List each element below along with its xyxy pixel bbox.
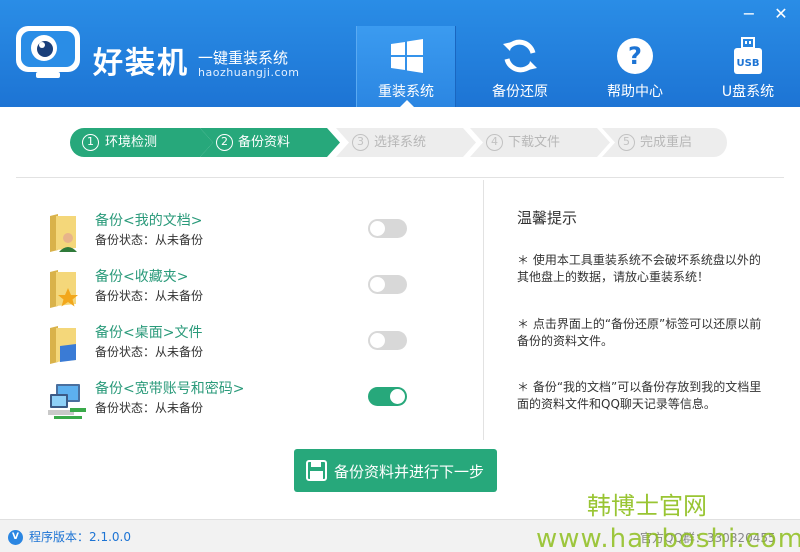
backup-item-title: 备份<我的文档> <box>95 213 203 229</box>
tip-item: ＊ 使用本工具重装系统不会破坏系统盘以外的其他盘上的数据，请放心重装系统！ <box>517 253 761 284</box>
nav-tab-backup-restore[interactable]: 备份还原 <box>470 26 570 107</box>
tips-title: 温馨提示 <box>517 209 578 227</box>
help-icon: ? <box>617 38 653 74</box>
step-number: 1 <box>82 134 99 151</box>
toggle-knob <box>370 333 385 348</box>
step-label: 环境检测 <box>105 135 158 150</box>
step-label: 备份资料 <box>238 135 291 150</box>
backup-item-status: 备份状态：从未备份 <box>95 289 204 303</box>
toggle-knob <box>370 221 385 236</box>
toggle-knob <box>390 389 405 404</box>
nav-label: 帮助中心 <box>607 84 663 100</box>
tip-item: ＊ 点击界面上的“备份还原”标签可以还原以前备份的资料文件。 <box>517 317 762 348</box>
backup-item-status: 备份状态：从未备份 <box>95 345 204 359</box>
step-number: 2 <box>216 134 233 151</box>
nav-label: 重装系统 <box>378 84 434 100</box>
step-label: 下载文件 <box>508 135 561 150</box>
desktop-folder-icon <box>50 326 76 364</box>
button-label: 备份资料并进行下一步 <box>334 463 485 481</box>
logo-monitor-icon <box>16 26 80 78</box>
watermark-title: 韩博士官网 <box>587 492 707 520</box>
usb-icon: USB <box>734 37 762 74</box>
backup-and-next-button[interactable]: 备份资料并进行下一步 <box>294 449 497 492</box>
version-text: 程序版本：2.1.0.0 <box>29 530 131 544</box>
backup-toggle[interactable] <box>368 331 407 350</box>
backup-toggle[interactable] <box>368 275 407 294</box>
brand-title: 好装机 <box>93 46 189 81</box>
sync-icon <box>503 39 537 73</box>
backup-item-favorites: 备份<收藏夹> 备份状态：从未备份 <box>46 266 416 312</box>
tip-item: ＊ 备份“我的文档”可以备份存放到我的文档里面的资料文件和QQ聊天记录等信息。 <box>517 380 762 411</box>
backup-item-my-documents: 备份<我的文档> 备份状态：从未备份 <box>46 210 416 256</box>
nav-label: U盘系统 <box>721 84 775 100</box>
my-documents-folder-icon <box>50 214 77 252</box>
brand-slogan: 一键重装系统 <box>198 49 289 67</box>
step-label: 完成重启 <box>640 135 693 150</box>
svg-text:?: ? <box>628 42 642 70</box>
backup-item-broadband-account: 备份<宽带账号和密码> 备份状态：从未备份 <box>46 378 416 424</box>
backup-item-status: 备份状态：从未备份 <box>95 401 204 415</box>
backup-item-title: 备份<桌面>文件 <box>95 325 203 341</box>
save-disk-icon <box>306 460 327 481</box>
watermark-url: www.hanboshi.com <box>536 524 800 552</box>
step-label: 选择系统 <box>374 135 427 150</box>
nav-tab-help[interactable]: ? 帮助中心 <box>585 26 685 107</box>
minimize-button[interactable]: − <box>738 4 760 24</box>
toggle-knob <box>370 277 385 292</box>
favorites-folder-icon <box>50 270 78 308</box>
network-computer-icon <box>48 384 86 419</box>
step-number: 3 <box>352 134 369 151</box>
step-number: 5 <box>618 134 635 151</box>
version-icon: V <box>8 530 23 545</box>
divider-horizontal <box>16 177 784 178</box>
backup-item-title: 备份<宽带账号和密码> <box>95 381 245 397</box>
backup-toggle[interactable] <box>368 219 407 238</box>
nav-tab-reinstall[interactable]: 重装系统 <box>356 26 456 107</box>
active-tab-pointer <box>400 100 414 107</box>
nav-label: 备份还原 <box>492 84 548 100</box>
windows-icon <box>391 39 423 73</box>
close-button[interactable]: ✕ <box>770 4 792 24</box>
backup-item-desktop: 备份<桌面>文件 备份状态：从未备份 <box>46 322 416 368</box>
title-bar: 好装机 一键重装系统 haozhuangji.com − ✕ 重装系统 备份还原… <box>0 0 800 107</box>
step-number: 4 <box>486 134 503 151</box>
backup-item-title: 备份<收藏夹> <box>95 269 189 285</box>
divider-vertical <box>483 180 484 440</box>
svg-text:USB: USB <box>737 58 760 69</box>
brand-url: haozhuangji.com <box>198 66 300 79</box>
nav-tab-usb-system[interactable]: USB U盘系统 <box>698 26 798 107</box>
backup-toggle[interactable] <box>368 387 407 406</box>
backup-item-status: 备份状态：从未备份 <box>95 233 204 247</box>
